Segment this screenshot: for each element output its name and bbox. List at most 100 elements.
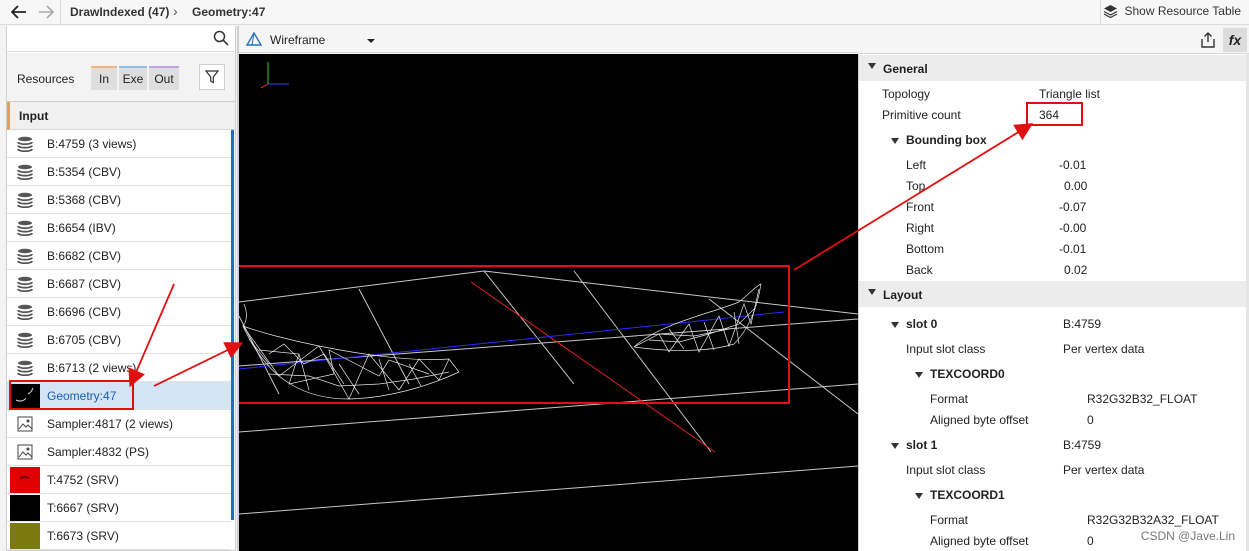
layers-icon <box>1104 5 1118 18</box>
list-item[interactable]: B:6687 (CBV) <box>7 270 231 298</box>
breadcrumb-drawindexed[interactable]: DrawIndexed (47) <box>70 5 169 19</box>
viewport-toolbar: Wireframe <box>239 26 858 53</box>
list-item-label: B:5368 (CBV) <box>47 193 122 207</box>
property-label: Format <box>930 392 969 406</box>
wireframe-icon <box>245 31 263 49</box>
layout-section-header[interactable]: Layout <box>859 281 1249 307</box>
list-item[interactable]: B:5354 (CBV) <box>7 158 231 186</box>
list-item[interactable]: B:6696 (CBV) <box>7 298 231 326</box>
property-value: R32G32B32_FLOAT <box>1087 392 1198 406</box>
chevron-down-icon <box>868 63 876 69</box>
list-item-label: B:6654 (IBV) <box>47 221 116 235</box>
list-item[interactable]: B:6705 (CBV) <box>7 326 231 354</box>
semantic-header[interactable]: TEXCOORD0 <box>859 363 1249 384</box>
list-item[interactable]: T:6673 (SRV) <box>7 522 231 550</box>
list-item[interactable]: B:5368 (CBV) <box>7 186 231 214</box>
list-item[interactable]: Sampler:4817 (2 views) <box>7 410 231 438</box>
property-label: Aligned byte offset <box>930 534 1029 548</box>
wireframe-mesh-right <box>633 283 762 353</box>
breadcrumb-geometry[interactable]: Geometry:47 <box>192 5 265 19</box>
chevron-down-icon <box>915 493 923 499</box>
property-label: Front <box>906 200 935 214</box>
grid-x-axis <box>470 281 716 453</box>
semantic-header[interactable]: TEXCOORD1 <box>859 484 1249 505</box>
input-section-header[interactable]: Input <box>7 102 235 130</box>
axis-gizmo-icon <box>260 62 289 89</box>
list-item-label: B:6705 (CBV) <box>47 333 122 347</box>
export-icon[interactable] <box>1197 30 1219 50</box>
slot-buffer: B:4759 <box>1063 317 1102 331</box>
toggle-in[interactable]: In <box>91 66 117 90</box>
list-item-label: B:6696 (CBV) <box>47 305 122 319</box>
list-item[interactable]: B:6682 (CBV) <box>7 242 231 270</box>
property-row: Bottom -0.01 <box>859 238 1249 259</box>
general-section-header[interactable]: General <box>859 55 1249 81</box>
list-item-label: B:6713 (2 views) <box>47 361 137 375</box>
buffer-icon <box>10 188 40 212</box>
list-item[interactable]: T:6667 (SRV) <box>7 494 231 522</box>
toolbar-separator <box>60 0 61 25</box>
render-mode-select[interactable]: Wireframe <box>270 33 325 47</box>
list-scrollbar[interactable] <box>231 130 234 520</box>
geometry-viewport[interactable] <box>234 54 859 551</box>
property-value: -0.01 <box>1059 242 1087 256</box>
property-row: Aligned byte offset 0 <box>859 409 1249 430</box>
list-item[interactable]: B:6654 (IBV) <box>7 214 231 242</box>
property-value: Triangle list <box>1039 87 1100 101</box>
chevron-down-icon <box>891 322 899 328</box>
annotation-highlight-box <box>1026 102 1083 126</box>
property-value: 0.00 <box>1064 179 1088 193</box>
buffer-icon <box>10 328 40 352</box>
bounding-box-header[interactable]: Bounding box <box>859 129 1249 150</box>
bounding-box-title: Bounding box <box>906 133 987 147</box>
property-label: Right <box>906 221 935 235</box>
properties-panel: General Topology Triangle list Primitive… <box>858 54 1249 551</box>
buffer-icon <box>10 272 40 296</box>
property-value: 0.02 <box>1064 263 1088 277</box>
buffer-icon <box>10 244 40 268</box>
list-item-label: T:4752 (SRV) <box>47 473 119 487</box>
fx-icon[interactable]: fx <box>1223 28 1247 52</box>
sampler-icon <box>10 412 40 436</box>
properties-toolbar: fx <box>858 26 1249 54</box>
resource-list: B:4759 (3 views) B:5354 (CBV) B:5368 (CB… <box>7 130 231 550</box>
texture-thumbnail-icon <box>10 523 40 549</box>
search-icon[interactable] <box>213 30 229 49</box>
list-item-label: T:6673 (SRV) <box>47 529 119 543</box>
property-row: Front -0.07 <box>859 196 1249 217</box>
semantic-name: TEXCOORD0 <box>930 367 1005 381</box>
chevron-down-icon <box>891 138 899 144</box>
list-item-label: Sampler:4832 (PS) <box>47 445 150 459</box>
back-arrow-icon[interactable] <box>8 2 30 22</box>
property-value: R32G32B32A32_FLOAT <box>1087 513 1219 527</box>
property-value: Per vertex data <box>1063 463 1145 477</box>
buffer-icon <box>10 356 40 380</box>
list-item[interactable]: T:4752 (SRV) <box>7 466 231 494</box>
show-resource-table-label: Show Resource Table <box>1124 4 1241 18</box>
list-item-label: B:6682 (CBV) <box>47 249 122 263</box>
texture-thumbnail-icon <box>10 495 40 521</box>
list-item-label: B:6687 (CBV) <box>47 277 122 291</box>
property-row: Format R32G32B32_FLOAT <box>859 388 1249 409</box>
slot-header[interactable]: slot 0 B:4759 <box>859 313 1249 334</box>
list-item[interactable]: Sampler:4832 (PS) <box>7 438 231 466</box>
toolbar-separator <box>1100 0 1101 25</box>
forward-arrow-icon[interactable] <box>35 2 57 22</box>
slot-name: slot 1 <box>906 438 938 452</box>
resource-search-input[interactable] <box>7 26 235 52</box>
toggle-exe[interactable]: Exe <box>119 66 147 90</box>
buffer-icon <box>10 132 40 156</box>
property-value: -0.00 <box>1059 221 1087 235</box>
chevron-down-icon <box>868 289 876 295</box>
slot-header[interactable]: slot 1 B:4759 <box>859 434 1249 455</box>
filter-button[interactable] <box>199 64 225 90</box>
list-item[interactable]: B:6713 (2 views) <box>7 354 231 382</box>
chevron-down-icon <box>891 443 899 449</box>
slot-buffer: B:4759 <box>1063 438 1102 452</box>
list-item[interactable]: B:4759 (3 views) <box>7 130 231 158</box>
slot-name: slot 0 <box>906 317 938 331</box>
toggle-out[interactable]: Out <box>149 66 179 90</box>
show-resource-table-button[interactable]: Show Resource Table <box>1103 4 1241 18</box>
chevron-down-icon[interactable] <box>366 34 376 48</box>
property-row: Input slot class Per vertex data <box>859 459 1249 480</box>
